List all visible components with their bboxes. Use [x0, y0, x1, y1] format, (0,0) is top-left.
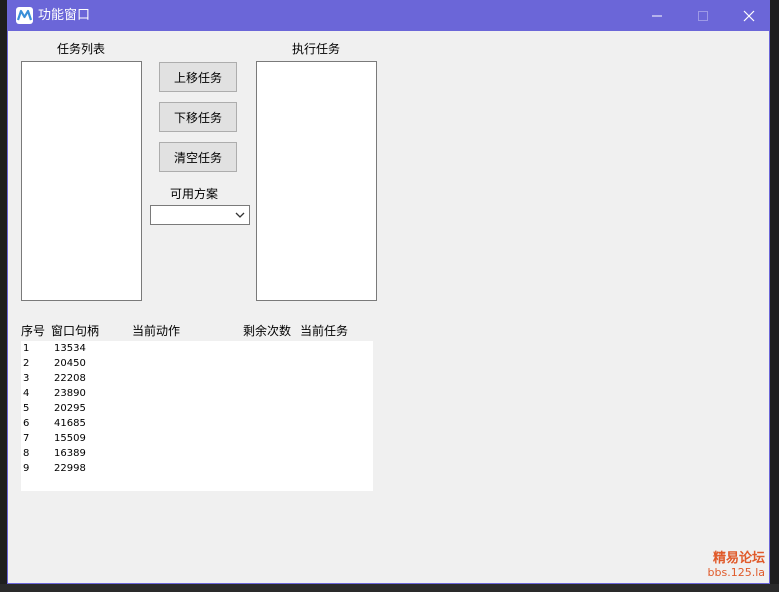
app-logo-icon	[16, 7, 33, 24]
row-index: 1	[23, 343, 30, 354]
row-index: 5	[23, 403, 30, 414]
row-handle: 41685	[54, 418, 86, 429]
move-down-button[interactable]: 下移任务	[159, 102, 237, 132]
row-index: 4	[23, 388, 30, 399]
row-index: 3	[23, 373, 30, 384]
minimize-icon	[652, 15, 662, 16]
task-list-label: 任务列表	[57, 42, 106, 56]
col-remaining-header: 剩余次数	[243, 324, 292, 338]
col-index-header: 序号	[21, 324, 46, 338]
col-action-header: 当前动作	[132, 324, 181, 338]
window-grid[interactable]: 1 13534 2 20450 3 22208 4 23890 5 20295 …	[21, 341, 373, 491]
row-index: 8	[23, 448, 30, 459]
table-row[interactable]: 4 23890	[21, 386, 373, 401]
table-row[interactable]: 8 16389	[21, 446, 373, 461]
row-index: 7	[23, 433, 30, 444]
row-handle: 13534	[54, 343, 86, 354]
row-handle: 15509	[54, 433, 86, 444]
table-row[interactable]: 5 20295	[21, 401, 373, 416]
close-icon	[743, 10, 755, 21]
desktop-background	[0, 0, 7, 592]
close-button[interactable]	[726, 0, 769, 31]
exec-tasks-box[interactable]	[256, 61, 377, 301]
table-row[interactable]: 3 22208	[21, 371, 373, 386]
col-handle-header: 窗口句柄	[51, 324, 100, 338]
row-handle: 20295	[54, 403, 86, 414]
taskbar-edge	[0, 584, 779, 592]
maximize-button[interactable]	[680, 0, 726, 31]
table-row[interactable]: 7 15509	[21, 431, 373, 446]
move-up-button[interactable]: 上移任务	[159, 62, 237, 92]
table-row[interactable]: 9 22998	[21, 461, 373, 476]
row-handle: 16389	[54, 448, 86, 459]
watermark-line-1: 精易论坛	[712, 551, 765, 566]
row-index: 6	[23, 418, 30, 429]
forum-watermark: 精易论坛 bbs.125.la	[708, 552, 765, 580]
maximize-icon	[698, 10, 708, 21]
row-handle: 23890	[54, 388, 86, 399]
clear-tasks-button[interactable]: 清空任务	[159, 142, 237, 172]
window-title: 功能窗口	[38, 8, 91, 23]
table-row[interactable]: 2 20450	[21, 356, 373, 371]
main-window: 功能窗口 任务列表 执行任务 上移任务 下移任务 清空任务 可用方案 序号 窗口…	[7, 0, 770, 584]
title-bar[interactable]: 功能窗口	[8, 0, 769, 31]
minimize-button[interactable]	[634, 0, 680, 31]
row-index: 9	[23, 463, 30, 474]
chevron-down-icon	[235, 212, 245, 218]
watermark-line-2: bbs.125.la	[707, 566, 765, 579]
table-row[interactable]: 1 13534	[21, 341, 373, 356]
row-handle: 22208	[54, 373, 86, 384]
plan-select[interactable]	[150, 205, 250, 225]
col-current-task-header: 当前任务	[300, 324, 349, 338]
row-index: 2	[23, 358, 30, 369]
table-row[interactable]: 6 41685	[21, 416, 373, 431]
row-handle: 22998	[54, 463, 86, 474]
row-handle: 20450	[54, 358, 86, 369]
task-list-box[interactable]	[21, 61, 142, 301]
available-plans-label: 可用方案	[170, 187, 219, 201]
exec-tasks-label: 执行任务	[292, 42, 341, 56]
